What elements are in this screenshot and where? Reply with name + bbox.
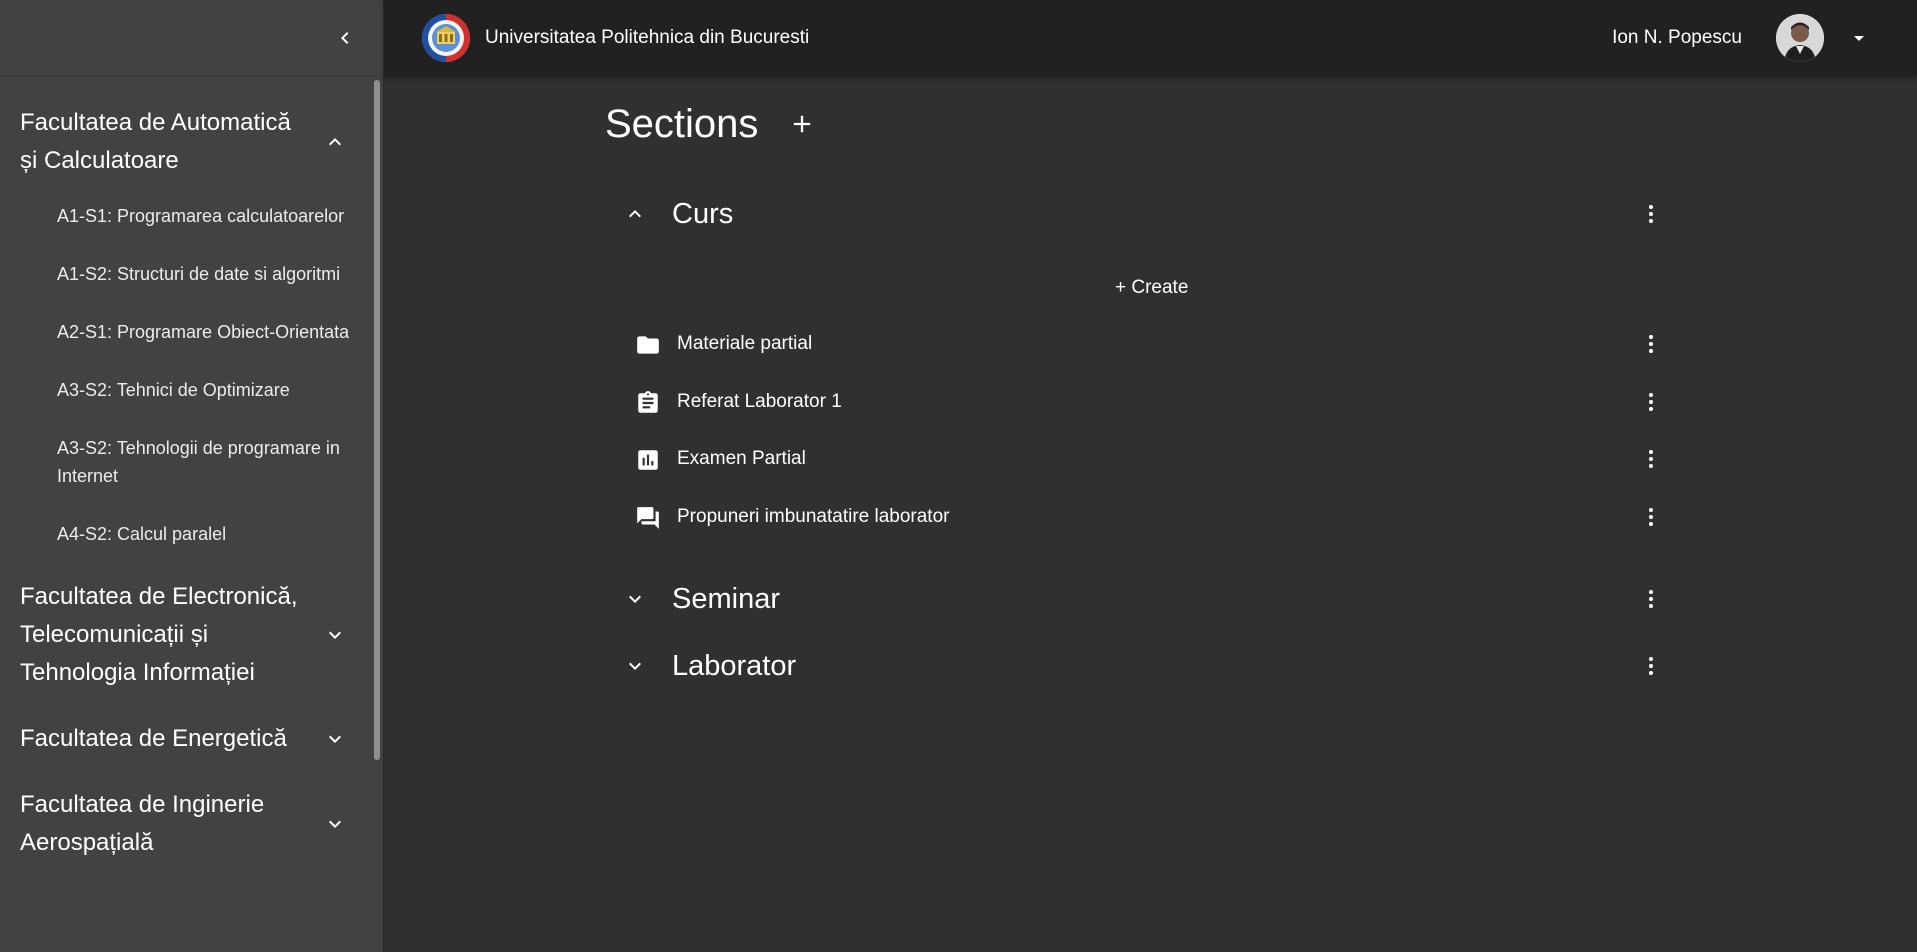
faculty-title: Facultatea de Automatică și Calculatoare xyxy=(20,109,291,174)
forum-icon xyxy=(637,507,659,529)
list-item[interactable]: Examen Partial xyxy=(635,437,1663,481)
course-item[interactable]: A3-S2: Tehnologii de programare in Inter… xyxy=(0,434,383,490)
item-label: Referat Laborator 1 xyxy=(677,391,842,412)
plus-icon xyxy=(793,115,811,133)
more-vert-icon[interactable] xyxy=(1639,447,1663,471)
section-title: Curs xyxy=(672,198,734,230)
user-name: Ion N. Popescu xyxy=(1612,27,1742,48)
sidebar-faculty-list: Facultatea de Automatică și Calculatoare… xyxy=(0,76,383,952)
list-item[interactable]: Propuneri imbunatatire laborator xyxy=(635,495,1663,539)
section-header-curs: Curs xyxy=(623,194,1663,234)
user-avatar-icon xyxy=(1776,14,1824,62)
add-section-button[interactable] xyxy=(788,110,816,138)
section-header-seminar: Seminar xyxy=(623,579,1663,619)
chevron-down-icon xyxy=(329,820,341,828)
list-item[interactable]: Referat Laborator 1 xyxy=(635,380,1663,424)
course-item[interactable]: A1-S2: Structuri de date si algoritmi xyxy=(0,260,383,288)
more-vert-icon[interactable] xyxy=(1639,587,1663,611)
item-label: Propuneri imbunatatire laborator xyxy=(677,506,950,527)
main-content: Sections Curs + Create Materiale partial… xyxy=(384,76,1917,952)
list-item[interactable]: Materiale partial xyxy=(635,322,1663,366)
university-name: Universitatea Politehnica din Bucuresti xyxy=(485,27,810,48)
top-app-bar: Universitatea Politehnica din Bucuresti … xyxy=(384,0,1917,76)
more-vert-icon[interactable] xyxy=(1639,332,1663,356)
sidebar: Facultatea de Automatică și Calculatoare… xyxy=(0,0,384,952)
chevron-up-icon[interactable] xyxy=(623,202,647,226)
more-vert-icon[interactable] xyxy=(1639,390,1663,414)
faculty-energetica[interactable]: Facultatea de Energetică xyxy=(0,720,383,758)
item-label: Examen Partial xyxy=(677,448,806,469)
chevron-left-icon xyxy=(341,32,349,44)
faculty-title: Facultatea de Energetică xyxy=(20,725,287,752)
sidebar-header xyxy=(0,0,383,76)
assignment-icon xyxy=(638,391,658,413)
faculty-title: Facultatea de Electronică, Telecomunicaț… xyxy=(20,583,298,686)
faculty-aerospatiala[interactable]: Facultatea de Inginerie Aerospațială xyxy=(0,786,383,862)
faculty-electronica[interactable]: Facultatea de Electronică, Telecomunicaț… xyxy=(0,578,383,692)
more-vert-icon[interactable] xyxy=(1639,654,1663,678)
section-header-laborator: Laborator xyxy=(623,646,1663,686)
chevron-down-icon xyxy=(329,631,341,639)
chevron-down-icon xyxy=(329,735,341,743)
chevron-up-icon xyxy=(329,138,341,146)
university-logo[interactable] xyxy=(422,14,470,62)
section-title: Laborator xyxy=(672,650,797,682)
course-item[interactable]: A2-S1: Programare Obiect-Orientata xyxy=(0,318,383,346)
chevron-down-icon[interactable] xyxy=(623,587,647,611)
course-item[interactable]: A1-S1: Programarea calculatoarelor xyxy=(0,202,383,230)
faculty-title: Facultatea de Inginerie Aerospațială xyxy=(20,791,265,856)
item-label: Materiale partial xyxy=(677,333,813,354)
more-vert-icon[interactable] xyxy=(1639,202,1663,226)
course-item[interactable]: A3-S2: Tehnici de Optimizare xyxy=(0,376,383,404)
faculty-automatica[interactable]: Facultatea de Automatică și Calculatoare xyxy=(0,104,383,180)
arrow-drop-down-icon xyxy=(1854,36,1864,41)
quiz-chart-icon xyxy=(638,450,658,470)
section-title: Seminar xyxy=(672,583,780,615)
user-menu-button[interactable] xyxy=(1847,26,1871,50)
page-title: Sections xyxy=(605,102,759,146)
course-item[interactable]: A4-S2: Calcul paralel xyxy=(0,520,383,548)
create-button[interactable]: + Create xyxy=(1111,276,1192,300)
avatar[interactable] xyxy=(1776,14,1824,62)
more-vert-icon[interactable] xyxy=(1639,505,1663,529)
folder-icon xyxy=(637,336,659,354)
chevron-down-icon[interactable] xyxy=(623,654,647,678)
collapse-sidebar-button[interactable] xyxy=(331,24,359,52)
